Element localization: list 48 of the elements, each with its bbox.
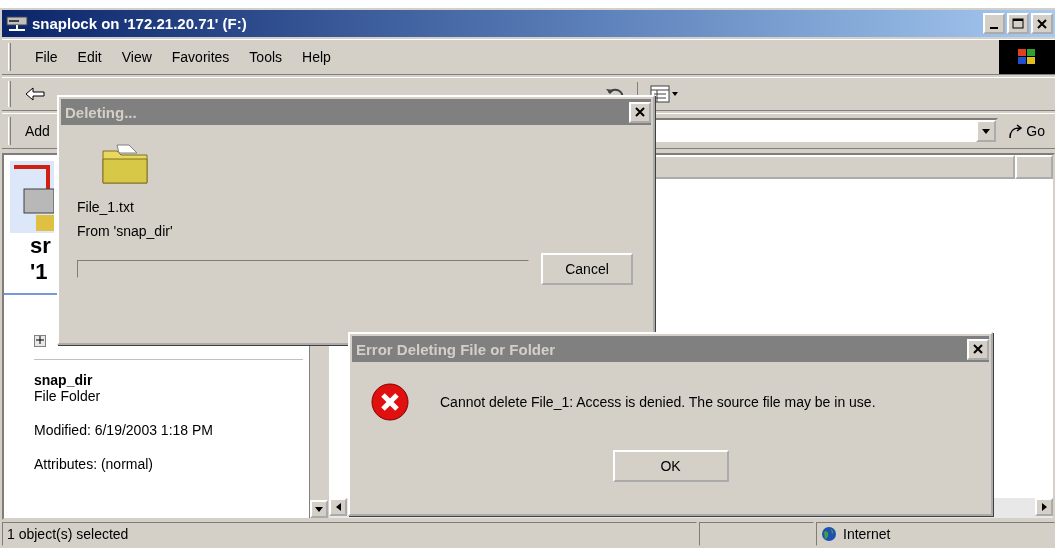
window-title: snaplock on '172.21.20.71' (F:) xyxy=(32,15,248,32)
modified-date: Modified: 6/19/2003 1:18 PM xyxy=(33,422,213,438)
menu-item[interactable]: View xyxy=(111,49,162,65)
windows-logo xyxy=(999,40,1055,74)
close-icon xyxy=(1037,18,1047,29)
dropdown-button[interactable] xyxy=(976,120,997,142)
menu-item[interactable]: File xyxy=(25,49,68,65)
close-button[interactable] xyxy=(1031,13,1053,34)
ok-button[interactable]: OK xyxy=(612,450,729,482)
close-icon xyxy=(635,107,645,117)
cancel-button[interactable]: Cancel xyxy=(541,253,633,285)
left-arrow-icon xyxy=(335,503,341,511)
go-arrow-icon xyxy=(1008,123,1025,139)
expand-icon[interactable] xyxy=(34,335,46,347)
error-icon xyxy=(370,382,410,422)
menu-item[interactable]: Edit xyxy=(67,49,112,65)
attributes-text: Attributes: (normal) xyxy=(33,456,154,472)
scroll-left-button[interactable] xyxy=(329,498,347,516)
close-button[interactable] xyxy=(967,338,989,360)
file-name: File_1.txt xyxy=(77,198,135,217)
scroll-right-button[interactable] xyxy=(1035,498,1053,516)
address-label: Add xyxy=(25,123,50,139)
minimize-icon xyxy=(990,26,998,29)
right-arrow-icon xyxy=(1041,503,1047,511)
globe-icon xyxy=(821,526,837,542)
menu-item[interactable]: Favorites xyxy=(161,49,240,65)
folder-name: snap_dir xyxy=(33,372,93,388)
close-button[interactable] xyxy=(629,101,651,123)
menu-item[interactable]: Help xyxy=(292,49,341,65)
dialog-title: Error Deleting File or Folder xyxy=(356,340,557,358)
caret-icon xyxy=(982,128,991,134)
status-text: 1 object(s) selected xyxy=(2,522,697,546)
down-arrow-icon xyxy=(315,506,323,512)
scroll-down-button[interactable] xyxy=(310,500,328,518)
maximize-button[interactable] xyxy=(1007,13,1029,34)
close-icon xyxy=(973,344,983,354)
folder-heading: '1 xyxy=(29,259,48,285)
minimize-button[interactable] xyxy=(983,13,1005,34)
back-arrow-icon[interactable] xyxy=(25,87,45,101)
network-drive-icon xyxy=(6,14,28,33)
source-folder: From 'snap_dir' xyxy=(77,222,174,241)
maximize-icon xyxy=(1012,17,1024,30)
folder-heading: sr xyxy=(29,233,51,259)
menu-item[interactable]: Tools xyxy=(239,49,293,65)
folder-type: File Folder xyxy=(33,388,101,404)
zone-label: Internet xyxy=(843,526,891,542)
dialog-title: Deleting... xyxy=(65,103,138,121)
error-message: Cannot delete File_1: Access is denied. The source file may be in use. xyxy=(440,393,876,412)
